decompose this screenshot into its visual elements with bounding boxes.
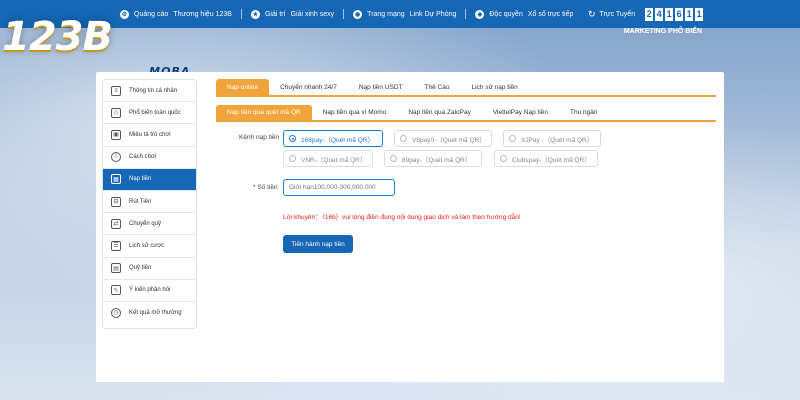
radio-button[interactable] [400,135,407,142]
channel-label: Kênh nạp tiền [239,134,280,141]
channel-option-label: Clubspay-（Quét mã QR） [512,156,591,164]
sidebar-item-feedback[interactable]: ✎ Ý kiến phản hồi [103,280,196,302]
sidebar-item-label: Nạp tiền [129,176,152,183]
shield-icon: ◆ [475,9,485,19]
top-link-doc-quyen[interactable]: Độc quyền [489,11,522,18]
channel-option-label: 89pay-（Quét mã QR） [402,156,472,164]
divider [343,9,345,19]
fund-icon: ▤ [111,263,121,274]
sidebar-item-label: Cách chơi [129,154,157,161]
divider [465,9,467,19]
radio-button[interactable] [289,155,296,162]
sidebar-item-results[interactable]: ◷ Kết quả mở thưởng [103,302,196,324]
refresh-icon: ↻ [588,8,596,19]
sidebar-item-bet-history[interactable]: ☰ Lịch sử cược [103,235,196,258]
deposit-tip: Lời khuyên：（16b）vui lòng điền đúng nội d… [283,214,521,221]
count-digit: 6 [675,7,684,21]
channel-option-label: VNR-（Quét mã QR） [301,156,367,164]
channel-option-label: 168pay-（Quét mã QR） [301,136,374,144]
amount-input[interactable] [283,179,395,196]
marquee-text: MARKETING PHỔ BIẾN [623,28,702,35]
globe-icon: ◉ [353,9,363,19]
radio-button[interactable] [289,135,296,142]
tab-momo[interactable]: Nạp tiền qua ví Momo [312,105,398,120]
transfer-icon: ⇄ [111,218,121,229]
tab-viettelpay[interactable]: ViettelPay Nạp tiền [482,105,559,120]
amount-label: * Số tiền [253,184,278,191]
sidebar-item-label: Ý kiến phản hồi [129,287,171,294]
count-digit: 1 [685,7,694,21]
sidebar-item-label: Miêu tả trò chơi [129,131,171,138]
channel-option-clubspay[interactable]: Clubspay-（Quét mã QR） [494,150,598,167]
account-sidebar: ≡ Thông tin cá nhân ◇ Phổ biến toàn quốc… [102,79,197,329]
sidebar-item-label: Chuyển quỹ [129,220,162,227]
submit-deposit-button[interactable]: Tiến hành nạp tiền [283,235,353,253]
radio-button[interactable] [509,135,516,142]
tab-qr[interactable]: Nạp tiền qua quét mã QR [216,105,312,120]
top-link-xo-so[interactable]: Xổ số trực tiếp [528,11,574,18]
trophy-icon: ★ [250,9,260,19]
live-counter: ↻ Trực Tuyến 2 4 1 6 1 1 [588,0,704,28]
count-digit: 4 [655,7,664,21]
diamond-icon: ◇ [111,107,121,118]
tab-usdt[interactable]: Nạp tiền USDT [348,79,414,95]
sidebar-item-deposit[interactable]: ▦ Nạp tiền [103,168,196,191]
sidebar-item-popular[interactable]: ◇ Phổ biến toàn quốc [103,102,196,125]
sidebar-item-label: Phổ biến toàn quốc [129,109,181,116]
channel-option-label: V8pay0-（Quét mã QR） [412,136,486,144]
sidebar-item-game-description[interactable]: ▣ Miêu tả trò chơi [103,124,196,147]
channel-option-89pay[interactable]: 89pay-（Quét mã QR） [384,150,482,167]
top-link-group-web: ◉ Trang mạng Link Dự Phòng [353,9,457,19]
deposit-method-tabs: Nạp online Chuyển nhanh 24/7 Nạp tiền US… [216,79,716,97]
tab-scratch-card[interactable]: Thẻ Cào [414,79,461,95]
sidebar-item-label: Quỹ tiền [129,265,152,272]
gamepad-icon: ▣ [111,129,121,140]
history-icon: ☰ [111,240,121,251]
tab-zalopay[interactable]: Nạp tiền qua ZaloPay [397,105,482,120]
sidebar-item-label: Kết quả mở thưởng [129,309,182,316]
online-count: 2 4 1 6 1 1 [645,7,704,21]
tab-cashier[interactable]: Thu ngân [559,105,608,120]
count-digit: 1 [695,7,704,21]
top-link-giai-xinh[interactable]: Giải xinh sexy [291,11,335,18]
tab-online[interactable]: Nạp online [216,79,270,95]
sidebar-item-label: Thông tin cá nhân [129,87,178,94]
count-digit: 1 [665,7,674,21]
online-deposit-tabs: Nạp tiền qua quét mã QR Nạp tiền qua ví … [216,105,716,122]
top-link-group-entertainment: ★ Giải trí Giải xinh sexy [250,9,335,19]
channel-option-v8pay[interactable]: V8pay0-（Quét mã QR） [394,130,492,147]
feedback-icon: ✎ [111,285,121,296]
sidebar-item-label: Lịch sử cược [129,242,165,249]
radio-button[interactable] [500,155,507,162]
divider [240,9,242,19]
count-digit: 2 [645,7,654,21]
channel-option-label: XJPay -（Quét mã QR） [521,136,594,144]
sidebar-item-fund[interactable]: ▤ Quỹ tiền [103,258,196,280]
top-link-du-phong[interactable]: Link Dự Phòng [410,11,457,18]
deposit-icon: ▦ [111,174,121,185]
top-link-trang-mang[interactable]: Trang mạng [367,11,404,18]
channel-option-vnr[interactable]: VNR-（Quét mã QR） [283,150,373,167]
sidebar-item-withdraw[interactable]: ⊟ Rút Tiền [103,191,196,214]
channel-option-168pay[interactable]: 168pay-（Quét mã QR） [283,130,383,147]
user-card-icon: ≡ [111,85,121,96]
sidebar-item-transfer[interactable]: ⇄ Chuyển quỹ [103,213,196,236]
tab-fast-transfer[interactable]: Chuyển nhanh 24/7 [269,79,348,95]
channel-option-xjpay[interactable]: XJPay -（Quét mã QR） [503,130,601,147]
sidebar-item-profile[interactable]: ≡ Thông tin cá nhân [103,80,196,103]
withdraw-icon: ⊟ [111,196,121,207]
logo-main-text: 123B [2,14,113,60]
sidebar-item-label: Rút Tiền [129,198,152,205]
sidebar-item-how-to-play[interactable]: i Cách chơi [103,147,196,169]
top-link-giai-tri[interactable]: Giải trí [265,11,286,18]
top-link-group-exclusive: ◆ Độc quyền Xổ số trực tiếp [475,9,574,19]
clock-icon: ◷ [111,307,121,318]
info-icon: i [111,152,121,163]
radio-button[interactable] [390,155,397,162]
tab-deposit-history[interactable]: Lịch sử nạp tiền [460,79,528,95]
live-label: Trực Tuyến [599,10,636,18]
